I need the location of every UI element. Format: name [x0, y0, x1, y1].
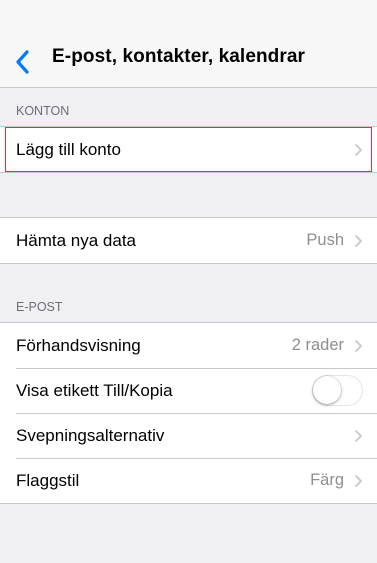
show-to-cc-row: Visa etikett Till/Kopia: [0, 368, 377, 413]
mail-group: Förhandsvisning 2 rader Visa etikett Til…: [0, 322, 377, 504]
page-title: E-post, kontakter, kalendrar: [52, 46, 306, 67]
chevron-right-icon: [354, 474, 363, 488]
fetch-group: Hämta nya data Push: [0, 217, 377, 264]
chevron-right-icon: [354, 429, 363, 443]
flag-style-label: Flaggstil: [16, 470, 80, 490]
preview-row[interactable]: Förhandsvisning 2 rader: [0, 323, 377, 368]
swipe-options-row[interactable]: Svepningsalternativ: [0, 413, 377, 458]
preview-value: 2 rader: [291, 336, 344, 354]
chevron-right-icon: [354, 234, 363, 248]
swipe-options-label: Svepningsalternativ: [16, 425, 165, 445]
add-account-label: Lägg till konto: [16, 139, 121, 159]
add-account-row[interactable]: Lägg till konto: [0, 127, 377, 172]
fetch-new-data-value: Push: [306, 231, 344, 249]
show-to-cc-label: Visa etikett Till/Kopia: [16, 380, 173, 400]
flag-style-value: Färg: [310, 471, 344, 489]
show-to-cc-toggle[interactable]: [312, 375, 363, 406]
section-header-mail: E-POST: [16, 300, 63, 314]
fetch-new-data-row[interactable]: Hämta nya data Push: [0, 218, 377, 263]
accounts-group: Lägg till konto: [0, 126, 377, 173]
section-header-accounts: KONTON: [16, 104, 70, 118]
back-button[interactable]: [8, 44, 36, 80]
chevron-right-icon: [354, 143, 363, 157]
preview-label: Förhandsvisning: [16, 335, 141, 355]
navigation-bar: E-post, kontakter, kalendrar: [0, 0, 377, 88]
fetch-new-data-label: Hämta nya data: [16, 230, 137, 250]
chevron-right-icon: [354, 339, 363, 353]
chevron-left-icon: [16, 50, 29, 74]
flag-style-row[interactable]: Flaggstil Färg: [0, 458, 377, 503]
toggle-knob: [313, 376, 341, 404]
